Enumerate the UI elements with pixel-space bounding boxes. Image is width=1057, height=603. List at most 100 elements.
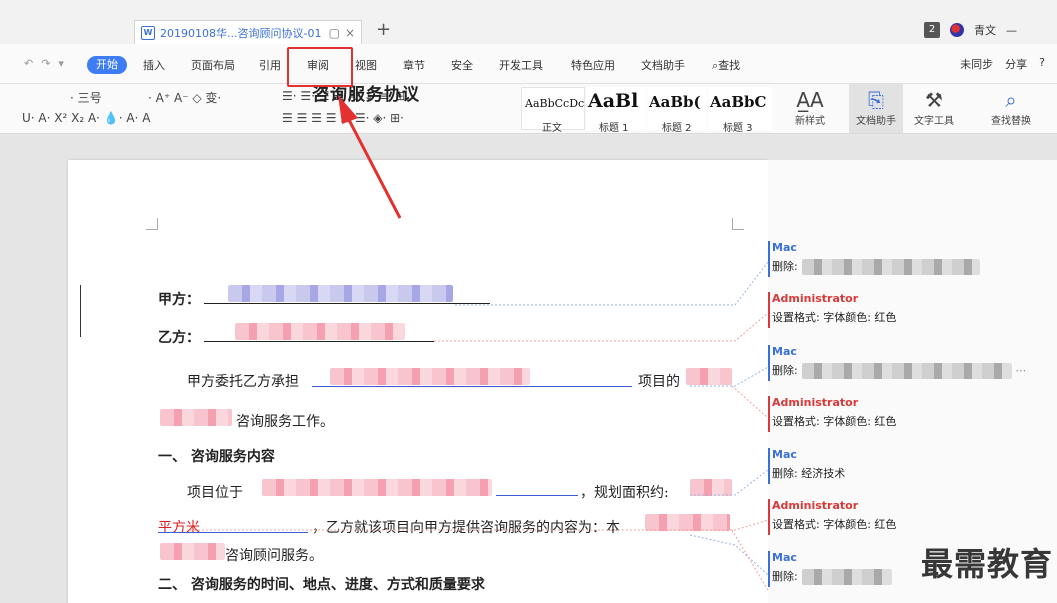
menu-view[interactable]: 视图: [355, 57, 377, 73]
comment-label: 删除:: [772, 364, 798, 377]
ribbon-toolbar: · 三号 · A⁺ A⁻ ◇ 变· U· A· X² X₂ A· 💧· A· A…: [0, 84, 1057, 134]
font-size-select[interactable]: · 三号: [70, 89, 102, 106]
revision-comment[interactable]: Mac 删除: 经济技术: [767, 448, 846, 484]
redacted-text: [235, 323, 405, 340]
revision-comment[interactable]: Administrator 设置格式: 字体颜色: 红色: [767, 499, 897, 535]
doc-assistant-icon: ⎘: [868, 88, 884, 112]
doc-assistant-label: 文档助手: [856, 116, 896, 127]
quick-access-icons[interactable]: ↶↷▾: [24, 57, 72, 70]
paragraph-4: 咨询顾问服务。: [225, 548, 323, 564]
sync-status[interactable]: 未同步: [960, 56, 993, 72]
help-icon[interactable]: ?: [1039, 56, 1045, 72]
menu-references[interactable]: 引用: [259, 57, 281, 73]
redacted-text: [645, 514, 730, 531]
text-tools-button[interactable]: ⚒ 文字工具: [906, 88, 962, 127]
revision-comment[interactable]: Mac 删除:: [768, 551, 892, 587]
document-tab[interactable]: W 20190108华...咨询顾问协议-01 ▢ ×: [134, 20, 362, 44]
new-tab-button[interactable]: +: [376, 19, 391, 40]
style-heading-2-preview: AaBb(: [649, 93, 701, 111]
menu-special-apps[interactable]: 特色应用: [571, 57, 615, 73]
revision-comment[interactable]: Administrator 设置格式: 字体颜色: 红色: [767, 292, 896, 328]
style-normal-preview: AaBbCcDc: [525, 97, 585, 110]
redacted-text: [801, 569, 892, 585]
redacted-text: [801, 363, 1012, 379]
change-bar: [80, 285, 81, 337]
more-icon[interactable]: ⋯: [1015, 364, 1026, 377]
party-b-label: 乙方：: [158, 330, 200, 346]
font-format-tools-row1[interactable]: · A⁺ A⁻ ◇ 变·: [148, 89, 221, 106]
style-heading-1[interactable]: AaBl 标题 1: [586, 87, 646, 134]
new-style-label: 新样式: [795, 116, 825, 127]
user-name[interactable]: 青文: [974, 22, 996, 38]
style-heading-3-preview: AaBbC: [710, 93, 767, 111]
comment-author: Administrator: [772, 499, 859, 512]
paragraph-1-end: 咨询服务工作。: [236, 414, 334, 430]
title-bar: W 20190108华...咨询顾问协议-01 ▢ × + 2 青文 —: [0, 0, 1057, 44]
paragraph-tools-row2[interactable]: ☰ ☰ ☰ ☰ ☰ ☰· ◈· ⊞·: [282, 111, 404, 125]
menu-start[interactable]: 开始: [87, 56, 127, 74]
style-heading-1-caption: 标题 1: [599, 123, 629, 134]
redacted-text: [228, 285, 453, 302]
style-heading-2[interactable]: AaBb( 标题 2: [647, 87, 707, 134]
comment-author: Mac: [772, 345, 797, 358]
review-tab-highlight: [287, 47, 353, 87]
find-replace-button[interactable]: ⌕ 查找替换: [978, 88, 1044, 127]
comment-label: 删除:: [772, 570, 798, 583]
window-user-area: 2 青文 —: [924, 22, 1017, 38]
font-size-value: 三号: [77, 91, 102, 105]
text-tools-label: 文字工具: [914, 116, 954, 127]
underline: [158, 532, 308, 533]
revision-comment[interactable]: Mac 删除: ⋯: [767, 345, 1026, 381]
watermark-logo: 最需教育: [920, 545, 1053, 583]
doc-assistant-button[interactable]: ⎘ 文档助手: [849, 88, 903, 127]
window-count-badge[interactable]: 2: [924, 22, 940, 38]
paragraph-1-start: 甲方委托乙方承担: [187, 374, 299, 390]
style-heading-3-caption: 标题 3: [723, 123, 753, 134]
section-1-heading: 一、 咨询服务内容: [158, 449, 275, 465]
style-heading-2-caption: 标题 2: [662, 123, 692, 134]
avatar[interactable]: [950, 23, 964, 37]
new-style-button[interactable]: A̲A 新样式: [786, 88, 834, 127]
writer-doc-icon: W: [141, 25, 155, 40]
search-icon: ⌕: [1005, 88, 1017, 112]
comment-text: 设置格式: 字体颜色: 红色: [772, 518, 897, 531]
new-style-icon: A̲A: [796, 88, 824, 112]
comment-text: 设置格式: 字体颜色: 红色: [772, 415, 897, 428]
menu-bar: ↶↷▾ 开始 插入 页面布局 引用 审阅 视图 章节 安全 开发工具 特色应用 …: [0, 44, 1057, 84]
revision-comment[interactable]: Mac 删除:: [768, 241, 980, 277]
redacted-text: [160, 543, 225, 560]
margin-mark: [146, 218, 158, 230]
paragraph-2-mid: ，规划面积约:: [580, 485, 669, 501]
style-heading-1-preview: AaBl: [588, 90, 639, 112]
menu-right-area: 未同步 分享 ?: [960, 56, 1045, 72]
revision-comment[interactable]: Administrator 设置格式: 字体颜色: 红色: [767, 396, 897, 432]
menu-page-layout[interactable]: 页面布局: [191, 57, 235, 73]
style-normal[interactable]: AaBbCcDc 正文: [521, 87, 585, 134]
redacted-text: [262, 479, 492, 496]
menu-find[interactable]: ⌕查找: [712, 57, 740, 73]
menu-doc-assistant[interactable]: 文档助手: [641, 57, 685, 73]
style-heading-3[interactable]: AaBbC 标题 3: [708, 87, 772, 134]
share-button[interactable]: 分享: [1005, 56, 1027, 72]
find-replace-label: 查找替换: [991, 116, 1031, 127]
party-a-label: 甲方：: [158, 292, 200, 308]
redacted-text: [686, 368, 732, 385]
font-format-tools-row2[interactable]: U· A· X² X₂ A· 💧· A· A: [22, 111, 150, 125]
pin-icon[interactable]: ▢: [329, 26, 340, 40]
underline: [312, 386, 632, 387]
section-2-heading: 二、 咨询服务的时间、地点、进度、方式和质量要求: [158, 577, 485, 593]
comment-author: Administrator: [772, 396, 859, 409]
comment-author: Mac: [772, 551, 797, 564]
redacted-text: [801, 259, 980, 275]
minimize-icon[interactable]: —: [1006, 24, 1017, 37]
style-normal-caption: 正文: [542, 123, 562, 134]
comment-text: 经济技术: [801, 467, 846, 480]
menu-developer-tools[interactable]: 开发工具: [499, 57, 543, 73]
close-tab-icon[interactable]: ×: [345, 26, 355, 40]
margin-mark: [732, 218, 744, 230]
menu-security[interactable]: 安全: [451, 57, 473, 73]
menu-insert[interactable]: 插入: [143, 57, 165, 73]
menu-chapter[interactable]: 章节: [403, 57, 425, 73]
revision-pane: [768, 160, 1057, 603]
underline: [204, 303, 490, 304]
